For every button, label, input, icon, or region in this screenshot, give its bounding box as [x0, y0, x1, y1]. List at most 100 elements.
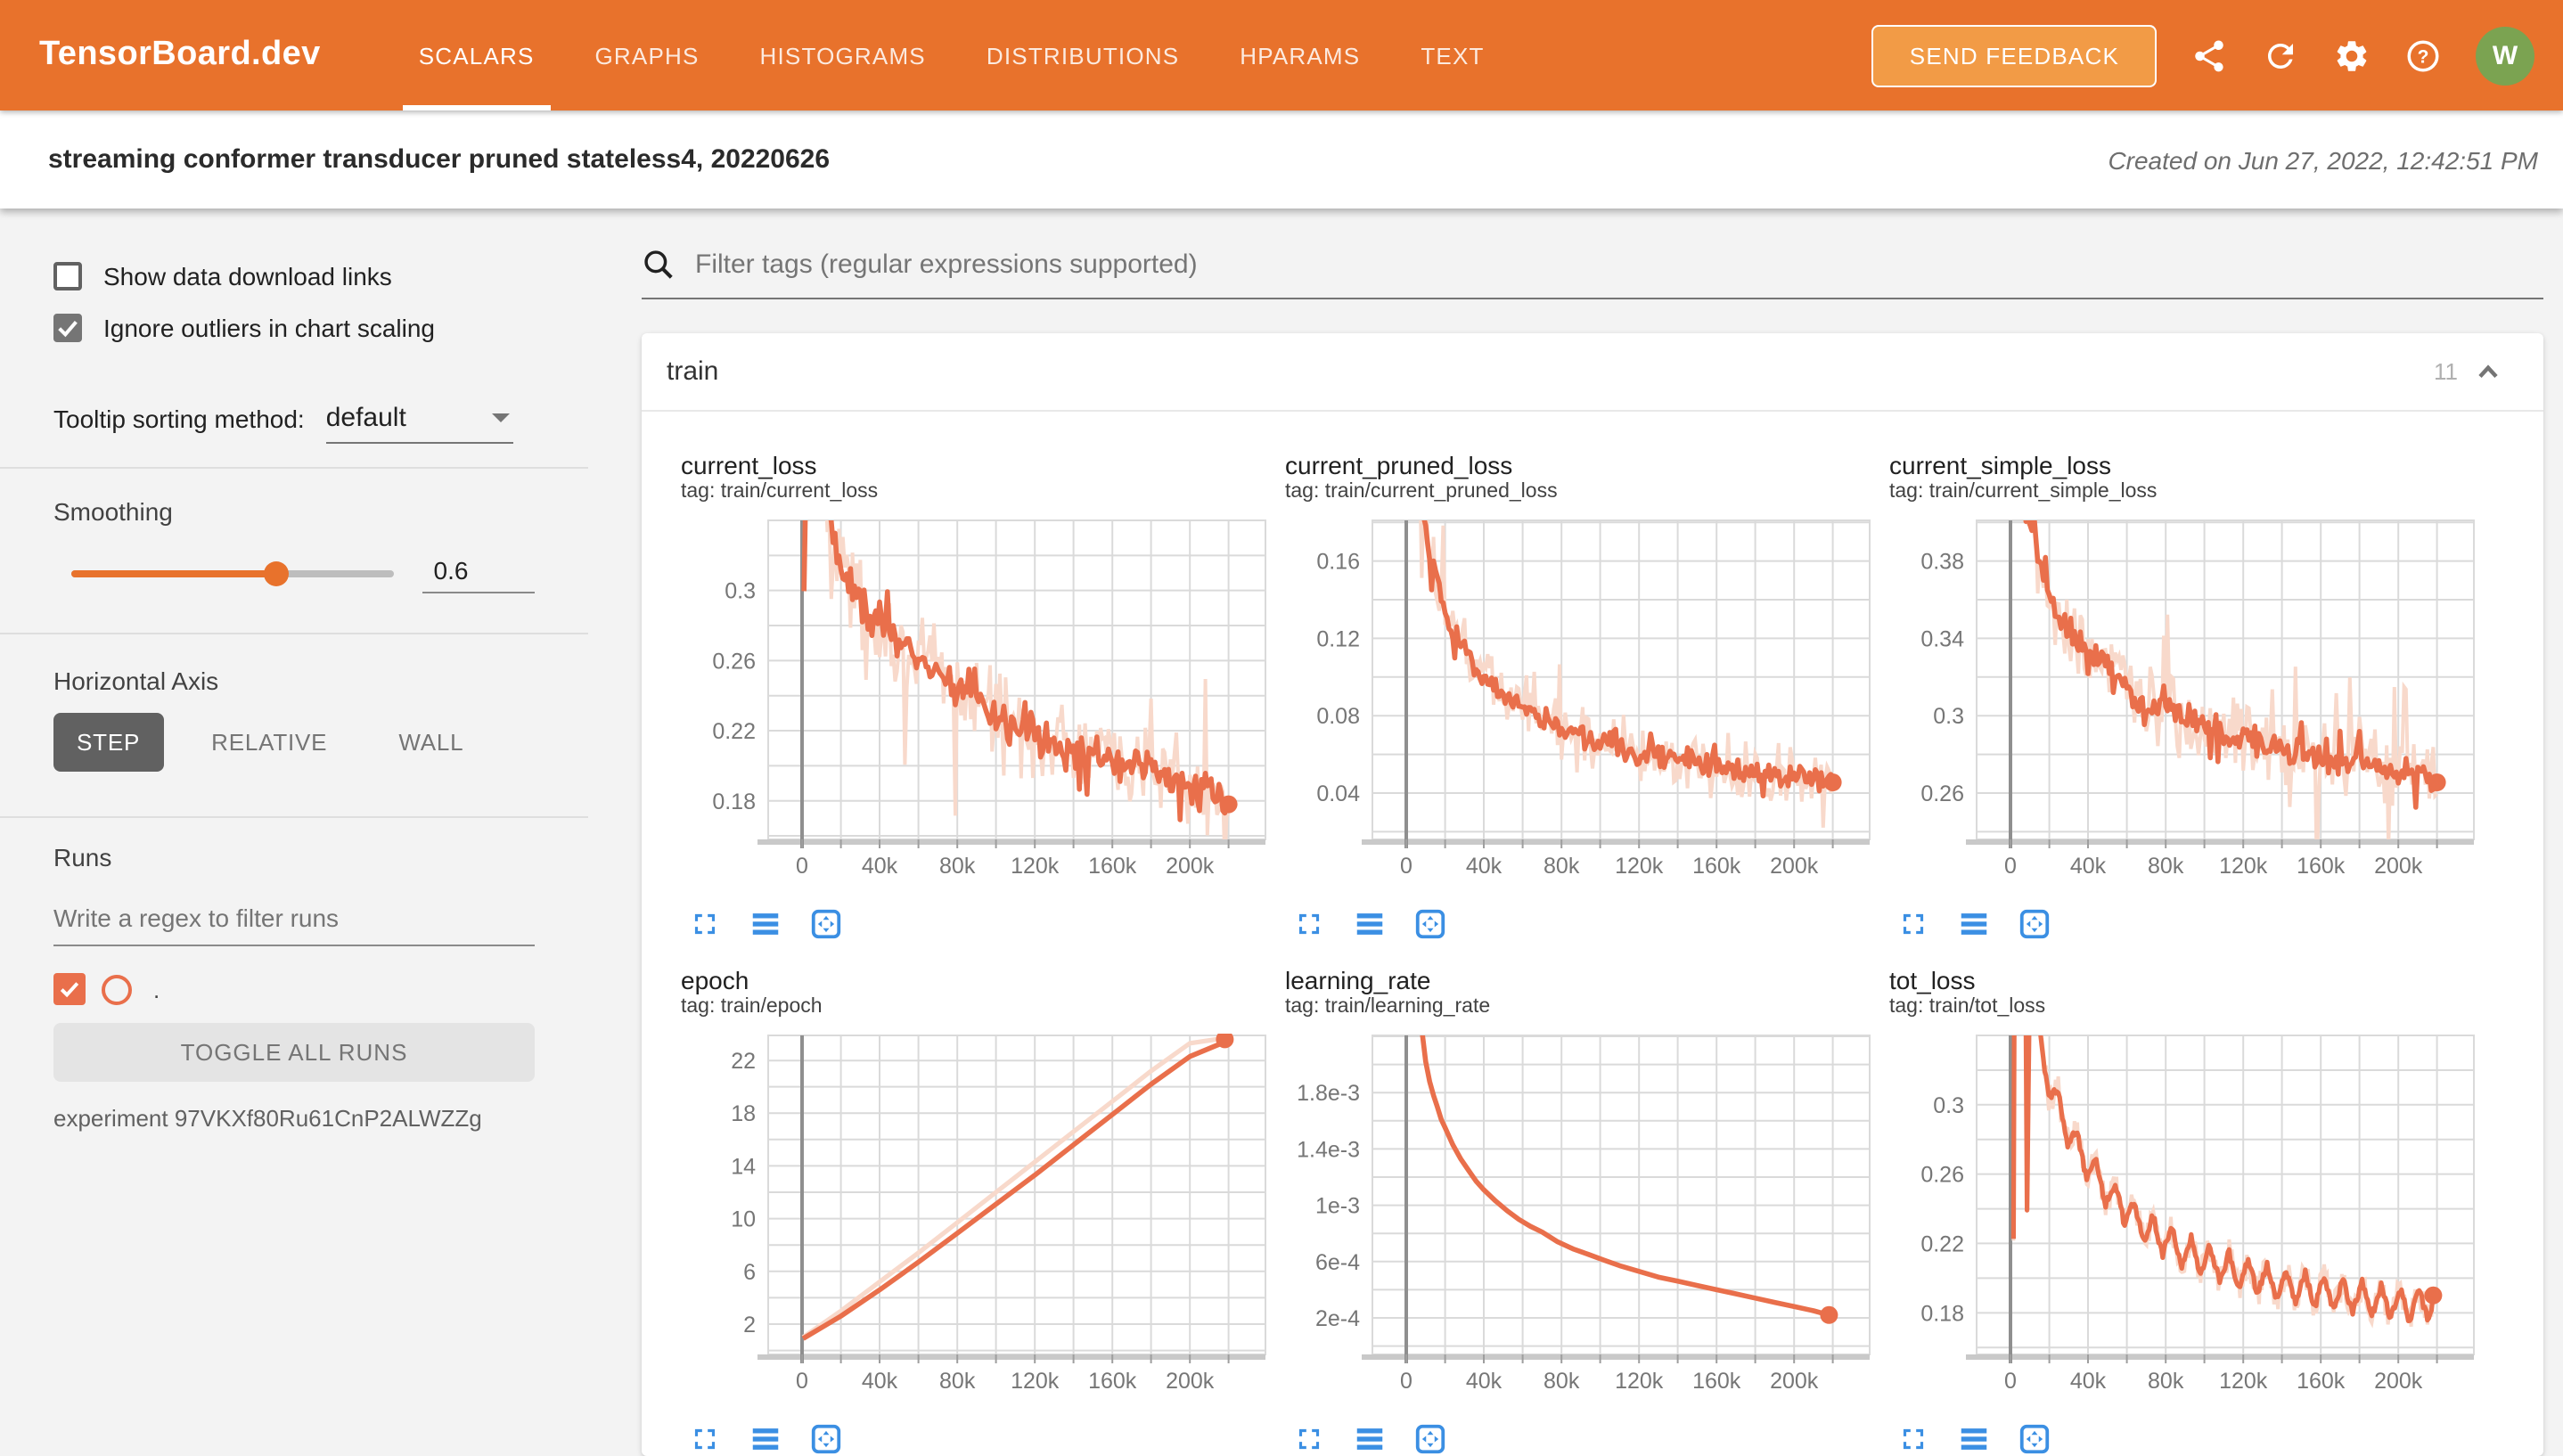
settings-gear-icon[interactable]	[2333, 37, 2371, 74]
data-table-icon[interactable]	[749, 1421, 782, 1455]
chart-plot-area[interactable]: 040k80k120k160k200k2610141822	[681, 1034, 1285, 1411]
axis-button-relative[interactable]: RELATIVE	[188, 713, 350, 772]
tab-scalars[interactable]: SCALARS	[389, 0, 565, 110]
fullscreen-icon[interactable]	[688, 1421, 722, 1455]
data-table-icon[interactable]	[1957, 906, 1991, 940]
train-section-header[interactable]: train 11	[642, 333, 2543, 412]
chart-plot-area[interactable]: 040k80k120k160k200k0.180.220.260.3	[1889, 1034, 2493, 1411]
svg-text:200k: 200k	[1770, 1369, 1819, 1394]
smoothing-slider[interactable]	[71, 570, 395, 577]
fit-domain-icon[interactable]	[1413, 906, 1447, 940]
created-timestamp: Created on Jun 27, 2022, 12:42:51 PM	[2108, 145, 2538, 174]
checkbox-row-0[interactable]: Show data download links	[53, 257, 535, 296]
svg-text:80k: 80k	[1544, 1369, 1580, 1394]
run-checkbox[interactable]	[53, 973, 86, 1005]
svg-text:200k: 200k	[1166, 1369, 1215, 1394]
checkbox-checked-icon[interactable]	[53, 314, 82, 342]
data-table-icon[interactable]	[749, 906, 782, 940]
chart-plot-area[interactable]: 040k80k120k160k200k0.180.220.260.3	[681, 519, 1285, 896]
fit-domain-icon[interactable]	[809, 906, 843, 940]
runs-filter-input[interactable]	[53, 896, 535, 946]
chevron-up-icon[interactable]	[2472, 356, 2504, 388]
svg-text:0.26: 0.26	[1920, 781, 1964, 806]
send-feedback-button[interactable]: SEND FEEDBACK	[1872, 24, 2157, 86]
fit-domain-icon[interactable]	[1413, 1421, 1447, 1455]
section-chart-count: 11	[2434, 358, 2458, 385]
checkbox-row-1[interactable]: Ignore outliers in chart scaling	[53, 308, 535, 348]
scalar-chart-current_loss: current_losstag: train/current_loss040k8…	[681, 451, 1285, 941]
data-table-icon[interactable]	[1353, 1421, 1387, 1455]
help-icon[interactable]: ?	[2404, 37, 2442, 74]
refresh-icon[interactable]	[2262, 37, 2299, 74]
tag-filter-input[interactable]	[692, 248, 2543, 282]
svg-text:80k: 80k	[939, 854, 976, 879]
run-row[interactable]: .	[53, 969, 535, 1009]
svg-text:0.38: 0.38	[1920, 550, 1964, 575]
svg-text:0.26: 0.26	[1920, 1163, 1964, 1188]
tab-text[interactable]: TEXT	[1390, 0, 1514, 110]
toggle-all-runs-button[interactable]: TOGGLE ALL RUNS	[53, 1023, 535, 1082]
share-icon[interactable]	[2190, 37, 2228, 74]
chart-toolbar	[1896, 905, 2493, 941]
fullscreen-icon[interactable]	[1896, 1421, 1930, 1455]
svg-text:160k: 160k	[2297, 854, 2346, 879]
svg-text:6e-4: 6e-4	[1315, 1250, 1360, 1275]
tooltip-sorting-select[interactable]: default	[326, 403, 513, 444]
svg-text:0.16: 0.16	[1316, 550, 1360, 575]
fullscreen-icon[interactable]	[688, 906, 722, 940]
fit-domain-icon[interactable]	[809, 1421, 843, 1455]
checkbox-unchecked-icon[interactable]	[53, 262, 82, 290]
svg-text:80k: 80k	[939, 1369, 976, 1394]
slider-knob[interactable]	[264, 561, 289, 586]
svg-text:80k: 80k	[2148, 854, 2184, 879]
chart-plot-area[interactable]: 040k80k120k160k200k0.260.30.340.38	[1889, 519, 2493, 896]
fullscreen-icon[interactable]	[1292, 906, 1326, 940]
svg-text:18: 18	[731, 1101, 756, 1126]
svg-text:0.22: 0.22	[712, 719, 756, 744]
data-table-icon[interactable]	[1957, 1421, 1991, 1455]
chart-tag: tag: train/current_loss	[681, 479, 1285, 504]
svg-text:0: 0	[796, 854, 808, 879]
scalar-chart-epoch: epochtag: train/epoch040k80k120k160k200k…	[681, 966, 1285, 1456]
horizontal-axis-label: Horizontal Axis	[53, 667, 535, 695]
scalar-chart-tot_loss: tot_losstag: train/tot_loss040k80k120k16…	[1889, 966, 2493, 1456]
smoothing-label: Smoothing	[53, 497, 535, 526]
data-table-icon[interactable]	[1353, 906, 1387, 940]
tab-hparams[interactable]: HPARAMS	[1209, 0, 1390, 110]
checkbox-label: Show data download links	[103, 262, 392, 290]
svg-text:0: 0	[2004, 854, 2017, 879]
svg-text:0.18: 0.18	[712, 789, 756, 814]
chart-toolbar	[1292, 905, 1889, 941]
svg-text:1.4e-3: 1.4e-3	[1297, 1137, 1360, 1162]
svg-text:0.04: 0.04	[1316, 781, 1360, 806]
tab-distributions[interactable]: DISTRIBUTIONS	[956, 0, 1209, 110]
axis-button-step[interactable]: STEP	[53, 713, 163, 772]
tab-graphs[interactable]: GRAPHS	[565, 0, 730, 110]
checkbox-label: Ignore outliers in chart scaling	[103, 314, 435, 342]
run-color-swatch[interactable]	[102, 974, 132, 1004]
svg-text:0.34: 0.34	[1920, 626, 1964, 651]
chart-title: current_loss	[681, 451, 1285, 479]
user-avatar[interactable]: W	[2476, 26, 2534, 85]
svg-text:80k: 80k	[2148, 1369, 2184, 1394]
fullscreen-icon[interactable]	[1292, 1421, 1326, 1455]
chart-plot-area[interactable]: 040k80k120k160k200k2e-46e-41e-31.4e-31.8…	[1285, 1034, 1889, 1411]
fit-domain-icon[interactable]	[2018, 906, 2051, 940]
svg-text:?: ?	[2418, 45, 2429, 66]
smoothing-value-input[interactable]: 0.6	[423, 555, 536, 593]
chart-title: learning_rate	[1285, 966, 1889, 994]
train-section-card: train 11 current_losstag: train/current_…	[642, 333, 2543, 1456]
axis-button-wall[interactable]: WALL	[375, 713, 487, 772]
tab-histograms[interactable]: HISTOGRAMS	[730, 0, 956, 110]
divider	[0, 816, 588, 818]
experiment-bar: streaming conformer transducer pruned st…	[0, 110, 2563, 209]
svg-text:1e-3: 1e-3	[1315, 1194, 1360, 1219]
fit-domain-icon[interactable]	[2018, 1421, 2051, 1455]
svg-text:120k: 120k	[1011, 1369, 1060, 1394]
svg-text:0: 0	[1400, 1369, 1413, 1394]
main-nav: SCALARSGRAPHSHISTOGRAMSDISTRIBUTIONSHPAR…	[389, 0, 1515, 110]
chart-plot-area[interactable]: 040k80k120k160k200k0.040.080.120.16	[1285, 519, 1889, 896]
fullscreen-icon[interactable]	[1896, 906, 1930, 940]
app-header: TensorBoard.dev SCALARSGRAPHSHISTOGRAMSD…	[0, 0, 2563, 110]
settings-sidebar: Show data download links Ignore outliers …	[0, 209, 588, 1403]
